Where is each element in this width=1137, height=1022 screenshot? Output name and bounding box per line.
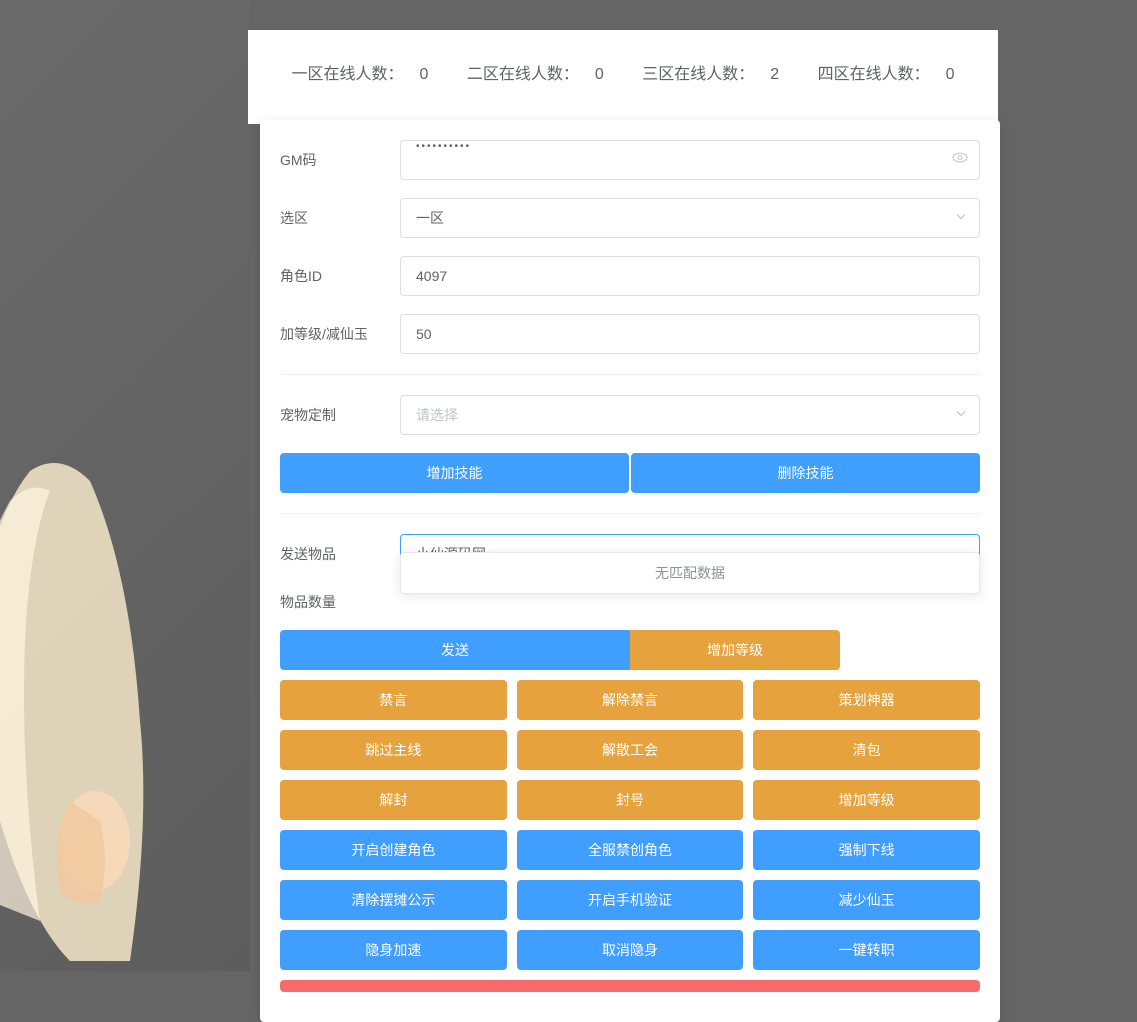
send-button[interactable]: 发送 xyxy=(280,630,630,670)
enable-create-button[interactable]: 开启创建角色 xyxy=(280,830,507,870)
reduce-jade-button[interactable]: 减少仙玉 xyxy=(753,880,980,920)
disband-guild-button[interactable]: 解散工会 xyxy=(517,730,744,770)
divider xyxy=(280,513,980,514)
zone4-count: 0 xyxy=(946,66,955,83)
zone3-label: 三区在线人数： xyxy=(642,66,754,83)
main-panel: 一区在线人数： 0 二区在线人数： 0 三区在线人数： 2 四区在线人数： 0 xyxy=(248,30,998,124)
enable-phone-button[interactable]: 开启手机验证 xyxy=(517,880,744,920)
character-illustration xyxy=(0,421,250,971)
pet-select-placeholder: 请选择 xyxy=(416,405,458,425)
planner-button[interactable]: 策划神器 xyxy=(753,680,980,720)
form-card: GM码 •••••••••• 选区 一区 角色ID 加等级/减仙玉 xyxy=(260,120,1000,1022)
zone-select-value: 一区 xyxy=(416,208,444,228)
mute-button[interactable]: 禁言 xyxy=(280,680,507,720)
gm-code-label: GM码 xyxy=(280,150,400,170)
background-image xyxy=(0,0,250,971)
role-id-label: 角色ID xyxy=(280,266,400,286)
zone1-label: 一区在线人数： xyxy=(291,66,403,83)
add-level2-button[interactable]: 增加等级 xyxy=(753,780,980,820)
item-qty-label: 物品数量 xyxy=(280,592,400,612)
ban-button[interactable]: 封号 xyxy=(517,780,744,820)
skip-main-button[interactable]: 跳过主线 xyxy=(280,730,507,770)
zone3-count: 2 xyxy=(770,66,779,83)
delete-skill-button[interactable]: 删除技能 xyxy=(631,453,980,493)
gm-code-input[interactable]: •••••••••• xyxy=(400,140,980,180)
pet-label: 宠物定制 xyxy=(280,405,400,425)
clear-bag-button[interactable]: 清包 xyxy=(753,730,980,770)
add-skill-button[interactable]: 增加技能 xyxy=(280,453,629,493)
force-offline-button[interactable]: 强制下线 xyxy=(753,830,980,870)
level-input[interactable] xyxy=(400,314,980,354)
divider xyxy=(280,374,980,375)
zone-select[interactable]: 一区 xyxy=(400,198,980,238)
zone-label: 选区 xyxy=(280,208,400,228)
red-button-partial[interactable] xyxy=(280,980,980,992)
add-level-button[interactable]: 增加等级 xyxy=(630,630,840,670)
zone4-label: 四区在线人数： xyxy=(818,66,930,83)
zone2-label: 二区在线人数： xyxy=(467,66,579,83)
cancel-stealth-button[interactable]: 取消隐身 xyxy=(517,930,744,970)
unmute-button[interactable]: 解除禁言 xyxy=(517,680,744,720)
zone1-count: 0 xyxy=(419,66,428,83)
one-key-transfer-button[interactable]: 一键转职 xyxy=(753,930,980,970)
pet-select[interactable]: 请选择 xyxy=(400,395,980,435)
eye-icon[interactable] xyxy=(952,150,968,171)
unban-button[interactable]: 解封 xyxy=(280,780,507,820)
dropdown-panel: 无匹配数据 xyxy=(400,552,980,594)
role-id-input[interactable] xyxy=(400,256,980,296)
level-label: 加等级/减仙玉 xyxy=(280,324,400,344)
no-match-text: 无匹配数据 xyxy=(655,565,725,581)
stealth-speed-button[interactable]: 隐身加速 xyxy=(280,930,507,970)
online-stats: 一区在线人数： 0 二区在线人数： 0 三区在线人数： 2 四区在线人数： 0 xyxy=(268,60,978,84)
send-item-label: 发送物品 xyxy=(280,544,400,564)
server-ban-create-button[interactable]: 全服禁创角色 xyxy=(517,830,744,870)
clear-stall-button[interactable]: 清除摆摊公示 xyxy=(280,880,507,920)
chevron-down-icon xyxy=(955,211,967,226)
zone2-count: 0 xyxy=(595,66,604,83)
chevron-down-icon xyxy=(955,408,967,423)
